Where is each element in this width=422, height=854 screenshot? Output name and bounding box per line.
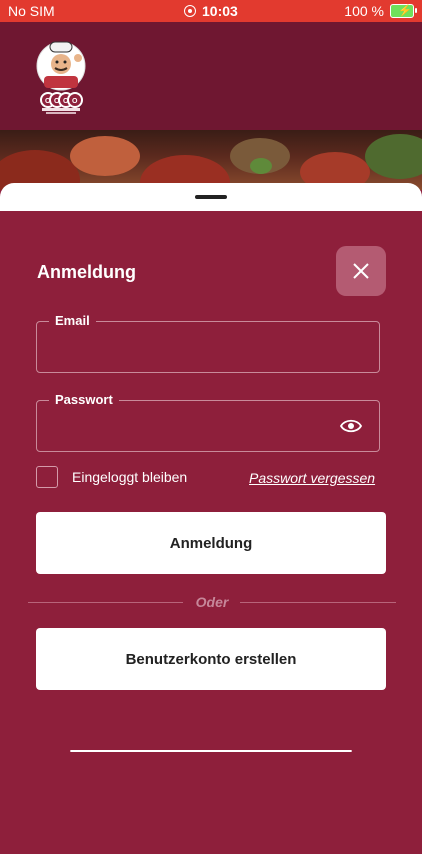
carrier-label: No SIM: [8, 3, 55, 19]
password-input[interactable]: [49, 415, 333, 441]
coco-logo[interactable]: C O C O: [34, 38, 88, 114]
create-account-button[interactable]: Benutzerkonto erstellen: [36, 628, 386, 690]
email-label: Email: [49, 313, 96, 328]
sheet-header: [0, 183, 422, 211]
or-divider: Oder: [28, 594, 396, 610]
svg-text:O: O: [72, 98, 78, 105]
status-bar: No SIM 10:03 100 % ⚡: [0, 0, 422, 22]
password-label: Passwort: [49, 392, 119, 407]
remember-me-checkbox[interactable]: [36, 466, 58, 488]
pizza-hero-image: [0, 130, 422, 190]
email-input[interactable]: [49, 336, 333, 362]
divider-line-right: [240, 602, 396, 603]
email-field[interactable]: Email: [36, 313, 380, 373]
svg-text:C: C: [45, 98, 50, 105]
login-title: Anmeldung: [37, 262, 136, 282]
eye-icon[interactable]: [339, 416, 363, 436]
close-icon: [353, 263, 369, 279]
or-text: Oder: [195, 594, 229, 610]
forgot-password-link[interactable]: Passwort vergessen: [249, 470, 375, 486]
status-time: 10:03: [184, 3, 238, 19]
svg-text:C: C: [63, 98, 68, 105]
screen-record-icon: [184, 5, 196, 17]
sheet-drag-handle[interactable]: [195, 195, 227, 199]
close-button[interactable]: [336, 246, 386, 296]
svg-text:O: O: [54, 98, 60, 105]
battery-icon: ⚡: [390, 4, 417, 18]
time-label: 10:03: [202, 3, 238, 19]
login-button[interactable]: Anmeldung: [36, 512, 386, 574]
password-field[interactable]: Passwort: [36, 392, 380, 452]
divider-line-left: [28, 602, 183, 603]
remember-me-label[interactable]: Eingeloggt bleiben: [72, 469, 187, 485]
battery-percent: 100 %: [344, 3, 384, 19]
battery-indicator: 100 % ⚡: [344, 3, 417, 19]
